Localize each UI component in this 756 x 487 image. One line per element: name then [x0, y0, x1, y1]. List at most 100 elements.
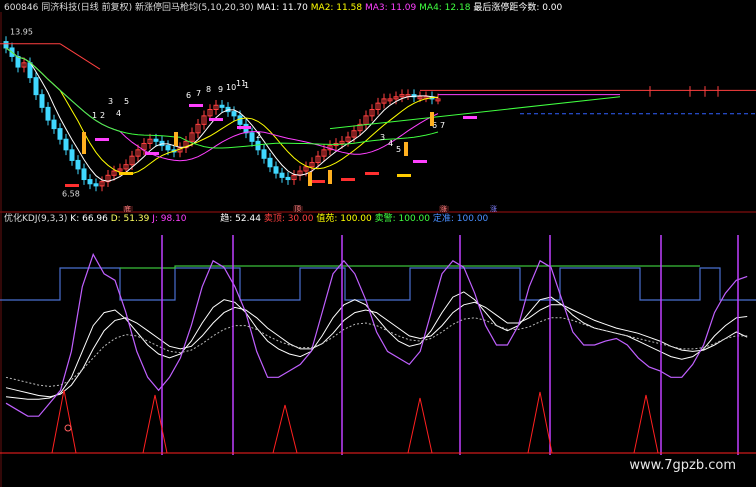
signal-dash [95, 138, 109, 141]
t2-value: 值苑: 100.00 [316, 214, 372, 224]
ma4-value: MA4: 12.18 [419, 3, 471, 13]
sequence-number-label: 4 [388, 139, 393, 148]
red-spike [51, 389, 77, 454]
signal-dash [341, 178, 355, 181]
t4-value: 定准: 100.00 [432, 214, 489, 224]
marker-label: 顶 [294, 205, 301, 213]
ma2-value: MA2: 11.58 [310, 3, 363, 13]
candle-body [93, 183, 99, 187]
trend-value: 趋: 52.44 [220, 214, 261, 224]
candle-body [285, 176, 291, 181]
marker-label: 底 [124, 204, 131, 213]
highlight-bar [328, 170, 332, 184]
sequence-number-label: 5 [396, 145, 401, 154]
watermark: www.7gpzb.com [629, 458, 736, 473]
candle-body [237, 115, 243, 125]
ma4-line [5, 47, 439, 149]
price-high-label: 13.95 [10, 27, 33, 36]
candle-body [75, 159, 81, 170]
signal-dash [397, 174, 411, 177]
candle-body [39, 94, 45, 108]
lower-header: 优化KDJ(9,3,3) K: 66.96 D: 51.39 J: 98.10 … [4, 214, 488, 225]
signal-dash [119, 172, 133, 175]
sequence-number-label: 4 [116, 109, 121, 118]
sequence-number-label: 1 [244, 81, 249, 90]
red-spike [633, 394, 659, 454]
stock-chart[interactable]: 13.956.581 23456 7 8 9 10 1112 3456 7底顶涨涨 [0, 0, 756, 487]
t1-value: 卖顶: 30.00 [263, 214, 314, 224]
sequence-number-label: 3 [108, 97, 113, 106]
highlight-bar [174, 132, 178, 146]
signal-dash [65, 184, 79, 187]
highlight-bar [82, 140, 86, 154]
sequence-number-label: 2 [100, 111, 105, 120]
highlight-bar [404, 142, 408, 156]
upper-header: 600846 同济科技(日线 前复权) 新涨停回马枪均(5,10,20,30) … [4, 3, 562, 14]
marker-label: 涨 [440, 204, 447, 213]
kdj-indicator-name: 优化KDJ(9,3,3) [4, 214, 68, 224]
stock-code: 600846 [4, 3, 39, 13]
signal-dash [463, 116, 477, 119]
candle-body [51, 119, 57, 130]
sequence-number-label: 1 [92, 111, 97, 120]
signal-dash [311, 180, 325, 183]
sequence-number-label: 10 [226, 83, 236, 92]
sequence-number-label: 8 [206, 85, 211, 94]
d-line [5, 301, 748, 398]
candle-body [249, 132, 255, 142]
candle-body [81, 168, 87, 181]
signal-dash [189, 104, 203, 107]
high-line-tail [59, 43, 101, 70]
candle-body [87, 179, 93, 185]
signal-dash [209, 118, 223, 121]
candle-body [231, 111, 237, 117]
highlight-bar [308, 172, 312, 186]
sequence-number-label: 9 [218, 85, 223, 94]
candle-body [165, 145, 171, 151]
signal-dash [145, 152, 159, 155]
sequence-number-label: 2 [256, 131, 261, 140]
candle-body [63, 138, 69, 151]
sequence-number-label: 6 [186, 91, 191, 100]
red-spike [407, 397, 433, 454]
signal-dash [365, 172, 379, 175]
sequence-number-label: 7 [440, 121, 445, 130]
red-spike [272, 404, 298, 454]
highlight-bar [430, 112, 434, 126]
candle-body [57, 128, 63, 140]
red-spike [142, 394, 168, 454]
candle-body [255, 140, 261, 151]
signal-dash [237, 126, 251, 129]
j-value: J: 98.10 [152, 214, 187, 224]
marker-label-2: 涨 [490, 204, 497, 213]
blue-step-line [0, 267, 756, 301]
stock-name: 同济科技(日线 前复权) [41, 3, 133, 13]
candle-body [153, 138, 159, 142]
candle-body [261, 149, 267, 159]
price-low-label: 6.58 [62, 190, 80, 199]
sequence-number-label: 7 [196, 89, 201, 98]
k-line [5, 291, 748, 400]
candle-body [69, 149, 75, 161]
candle-body [219, 104, 225, 108]
ma1-value: MA1: 11.70 [256, 3, 308, 13]
candle-body [273, 166, 279, 174]
signal-dash [413, 160, 427, 163]
sequence-number-label: 5 [124, 97, 129, 106]
candle-body [279, 172, 285, 178]
candle-body [3, 41, 9, 49]
t3-value: 卖警: 100.00 [374, 214, 431, 224]
last-limit-value: 最后涨停距今数: 0.00 [473, 3, 563, 13]
d-value: D: 51.39 [110, 214, 150, 224]
ma1-line [5, 47, 439, 182]
red-spike [527, 391, 553, 454]
indicator-name: 新涨停回马枪均(5,10,20,30) [135, 3, 254, 13]
k-value: K: 66.96 [70, 214, 108, 224]
ma3-value: MA3: 11.09 [364, 3, 417, 13]
candle-body [33, 77, 39, 96]
candle-body [267, 157, 273, 168]
sequence-number-label: 3 [380, 133, 385, 142]
oversold-marker [64, 424, 72, 432]
candle-body [45, 106, 51, 121]
trend-line [5, 317, 748, 387]
